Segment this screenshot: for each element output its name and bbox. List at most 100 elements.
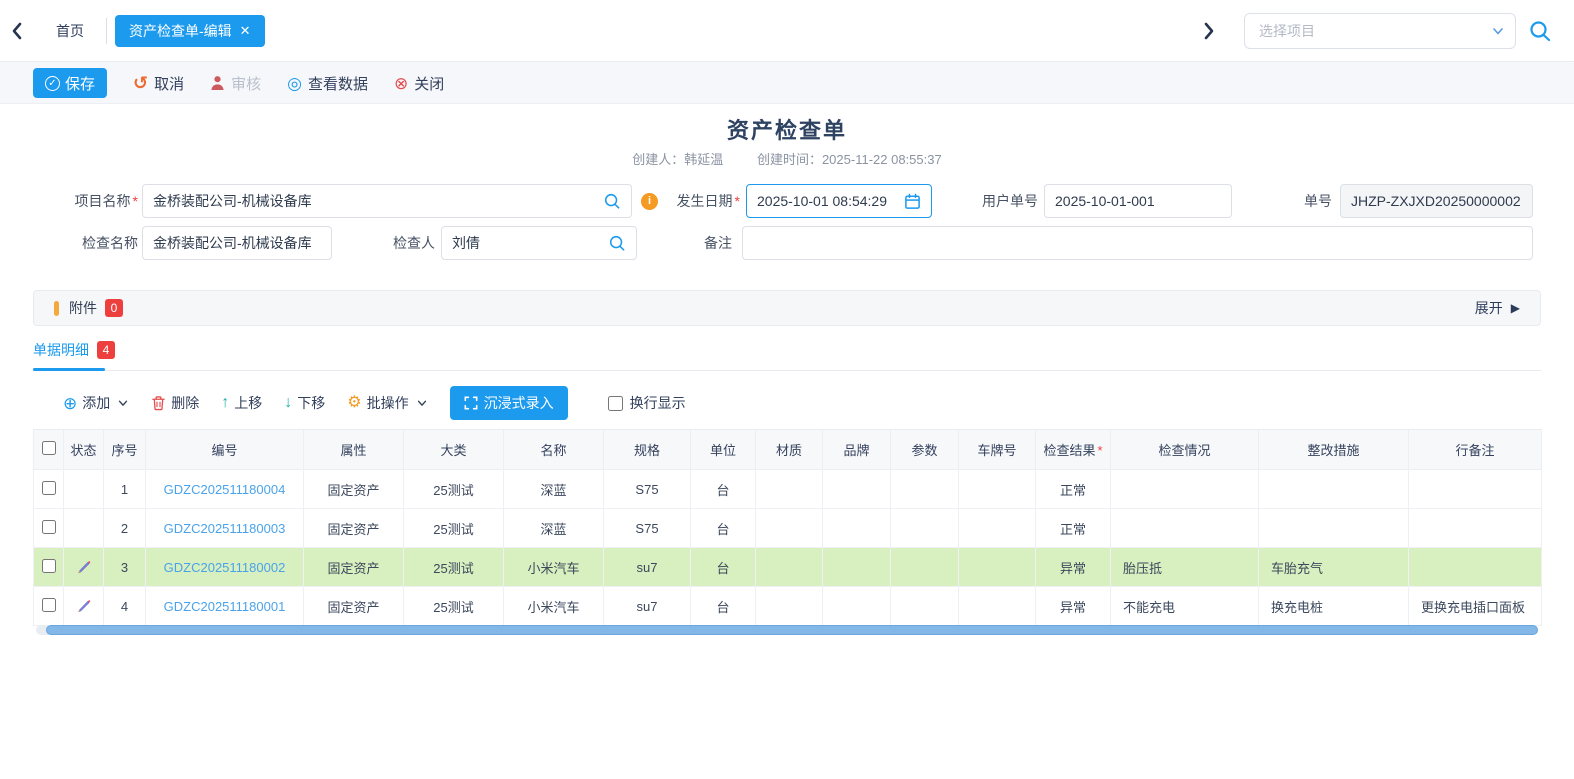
audit-button: 审核 [210, 73, 261, 94]
cell-attr: 固定资产 [304, 470, 404, 509]
check-name-label: 检查名称 [20, 226, 138, 260]
table-row[interactable]: 3GDZC202511180002固定资产25测试小米汽车su7台异常胎压抵车胎… [34, 548, 1542, 587]
move-down-button[interactable]: ↓ 下移 [284, 393, 325, 413]
row-select-cell[interactable] [34, 470, 64, 509]
close-button[interactable]: ⊗ 关闭 [394, 73, 444, 94]
save-button[interactable]: ✓ 保存 [33, 68, 107, 98]
table-row[interactable]: 1GDZC202511180004固定资产25测试深蓝S75台正常 [34, 470, 1542, 509]
column-header: 检查情况 [1111, 430, 1259, 470]
row-checkbox[interactable] [42, 481, 56, 495]
project-name-field[interactable] [142, 184, 632, 218]
add-row-button[interactable]: ⊕ 添加 [63, 393, 129, 413]
tabs-scroll-right-icon[interactable] [1192, 22, 1226, 40]
remark-input[interactable] [753, 235, 1522, 251]
tab-asset-inspection-edit[interactable]: 资产检查单-编辑 ✕ [115, 15, 265, 47]
attachment-section-bar[interactable]: 附件 0 展开 ▶ [33, 290, 1541, 326]
check-name-field[interactable] [142, 226, 332, 260]
plus-circle-icon: ⊕ [63, 395, 77, 412]
cell-measure: 车胎充气 [1259, 548, 1409, 587]
checker-label: 检查人 [365, 226, 435, 260]
asset-inspection-page: 首页 资产检查单-编辑 ✕ ✓ 保存 ↺ 取消 [0, 0, 1574, 779]
column-header: 行备注 [1409, 430, 1542, 470]
scrollbar-thumb[interactable] [46, 625, 1538, 635]
cell-code[interactable]: GDZC202511180001 [146, 587, 304, 626]
column-header: 参数 [891, 430, 959, 470]
cell-name: 小米汽车 [504, 587, 604, 626]
horizontal-scrollbar[interactable] [36, 625, 1538, 635]
row-checkbox[interactable] [42, 598, 56, 612]
view-icon: ◎ [287, 75, 302, 92]
chevron-down-icon[interactable] [1491, 24, 1505, 38]
project-select-input[interactable] [1259, 23, 1491, 39]
view-data-button[interactable]: ◎ 查看数据 [287, 73, 368, 94]
user-order-no-field[interactable] [1044, 184, 1232, 218]
cancel-button[interactable]: ↺ 取消 [133, 73, 184, 94]
checker-field[interactable] [441, 226, 637, 260]
batch-ops-button[interactable]: ⚙ 批操作 [347, 393, 427, 413]
checker-input[interactable] [452, 235, 608, 251]
row-status-cell [64, 470, 104, 509]
cell-param [891, 548, 959, 587]
cell-code[interactable]: GDZC202511180004 [146, 470, 304, 509]
cell-code[interactable]: GDZC202511180002 [146, 548, 304, 587]
close-tab-icon[interactable]: ✕ [240, 23, 251, 39]
search-icon[interactable] [1528, 19, 1552, 43]
cell-spec: S75 [604, 509, 691, 548]
remark-field[interactable] [742, 226, 1533, 260]
calendar-icon[interactable] [904, 193, 921, 210]
asset-code-link[interactable]: GDZC202511180001 [164, 599, 286, 614]
arrow-down-icon: ↓ [284, 395, 292, 411]
wrap-display-toggle[interactable]: 换行显示 [608, 393, 686, 413]
occur-date-label: 发生日期 [668, 184, 740, 218]
field-search-icon[interactable] [608, 234, 626, 252]
row-checkbox[interactable] [42, 559, 56, 573]
cell-seq: 2 [104, 509, 146, 548]
doc-meta: 创建人：韩延温 创建时间：2025-11-22 08:55:37 [0, 149, 1574, 168]
expand-button[interactable]: 展开 ▶ [1475, 298, 1520, 318]
cell-spec: S75 [604, 470, 691, 509]
immersive-entry-button[interactable]: 沉浸式录入 [450, 386, 568, 420]
cell-note: 更换充电插口面板 [1409, 587, 1542, 626]
asset-code-link[interactable]: GDZC202511180003 [164, 521, 286, 536]
cell-unit: 台 [691, 548, 756, 587]
tab-home[interactable]: 首页 [34, 21, 106, 41]
field-search-icon[interactable] [603, 192, 621, 210]
column-header: 品牌 [823, 430, 891, 470]
detail-tab-label: 单据明细 [33, 340, 89, 360]
row-select-cell[interactable] [34, 548, 64, 587]
cell-note [1409, 509, 1542, 548]
table-row[interactable]: 4GDZC202511180001固定资产25测试小米汽车su7台异常不能充电换… [34, 587, 1542, 626]
table-body: 1GDZC202511180004固定资产25测试深蓝S75台正常2GDZC20… [34, 470, 1542, 626]
cell-name: 深蓝 [504, 509, 604, 548]
select-all-checkbox[interactable] [42, 441, 56, 455]
cell-situation [1111, 470, 1259, 509]
row-select-cell[interactable] [34, 509, 64, 548]
info-icon[interactable]: i [641, 193, 658, 210]
row-status-edit-icon [64, 548, 104, 587]
user-order-no-input[interactable] [1055, 193, 1221, 209]
cell-material [756, 548, 823, 587]
occur-date-field[interactable] [746, 184, 932, 218]
asset-code-link[interactable]: GDZC202511180004 [164, 482, 286, 497]
row-checkbox[interactable] [42, 520, 56, 534]
check-name-input[interactable] [153, 235, 321, 251]
tabs-scroll-left-icon[interactable] [0, 22, 34, 40]
column-header: 属性 [304, 430, 404, 470]
cell-code[interactable]: GDZC202511180003 [146, 509, 304, 548]
cell-attr: 固定资产 [304, 548, 404, 587]
occur-date-input[interactable] [757, 193, 904, 209]
tab-detail[interactable]: 单据明细 4 [33, 340, 115, 360]
row-select-cell[interactable] [34, 587, 64, 626]
select-all-cell[interactable] [34, 430, 64, 470]
project-select[interactable] [1244, 13, 1516, 49]
move-up-button[interactable]: ↑ 上移 [221, 393, 262, 413]
asset-code-link[interactable]: GDZC202511180002 [164, 560, 286, 575]
project-name-label: 项目名称 [20, 184, 138, 218]
wrap-display-checkbox[interactable] [608, 396, 623, 411]
delete-row-button[interactable]: 删除 [151, 393, 199, 413]
project-name-input[interactable] [153, 193, 603, 209]
table-row[interactable]: 2GDZC202511180003固定资产25测试深蓝S75台正常 [34, 509, 1542, 548]
table-header-row: 状态序号编号属性大类名称规格单位材质品牌参数车牌号检查结果检查情况整改措施行备注 [34, 430, 1542, 470]
cell-category: 25测试 [404, 548, 504, 587]
created-time-label: 创建时间： [757, 152, 822, 167]
